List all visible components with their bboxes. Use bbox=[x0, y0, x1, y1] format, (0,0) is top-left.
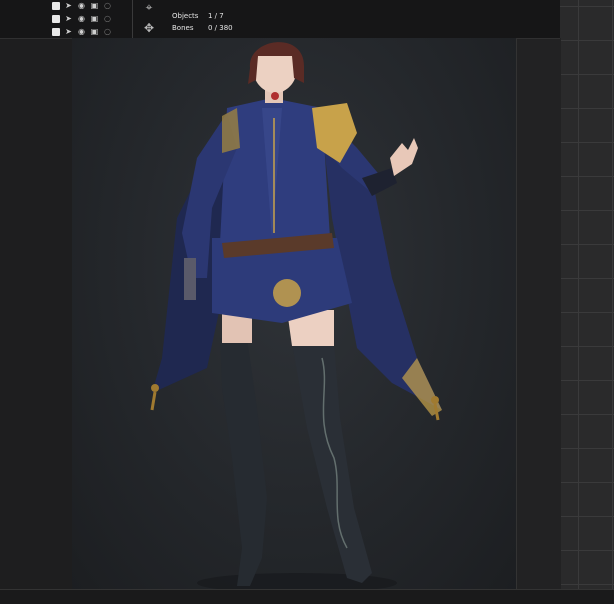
layer-row[interactable]: ➤ ◉ ▣ ○ bbox=[52, 0, 132, 12]
eye-icon[interactable]: ◉ bbox=[77, 28, 86, 36]
left-panel bbox=[0, 38, 72, 603]
bottom-bar bbox=[0, 589, 614, 604]
move-icon[interactable]: ✥ bbox=[142, 21, 156, 35]
right-panel bbox=[516, 38, 561, 596]
toolbar-divider bbox=[132, 0, 133, 38]
gold-ornament bbox=[273, 279, 301, 307]
eye-icon[interactable]: ◉ bbox=[77, 2, 86, 10]
scene-stats: Objects 1 / 7 Bones 0 / 380 bbox=[172, 10, 233, 34]
checkbox-icon[interactable] bbox=[52, 2, 60, 10]
hand-right bbox=[390, 138, 418, 176]
tassel bbox=[150, 391, 157, 411]
camera-icon[interactable]: ▣ bbox=[90, 2, 99, 10]
neck-jewel bbox=[271, 92, 279, 100]
shoulder-armor-left bbox=[222, 108, 240, 153]
lock-icon[interactable]: ○ bbox=[103, 28, 112, 36]
eye-icon[interactable]: ◉ bbox=[77, 15, 86, 23]
3d-viewport[interactable] bbox=[72, 38, 516, 596]
lock-icon[interactable]: ○ bbox=[103, 2, 112, 10]
layer-row[interactable]: ➤ ◉ ▣ ○ bbox=[52, 26, 132, 38]
layer-list: ➤ ◉ ▣ ○ ➤ ◉ ▣ ○ ➤ ◉ ▣ ○ bbox=[52, 0, 132, 38]
top-toolbar: ➤ ◉ ▣ ○ ➤ ◉ ▣ ○ ➤ ◉ ▣ ○ ⌖ ✥ Objects 1 / … bbox=[0, 0, 560, 39]
checkbox-icon[interactable] bbox=[52, 15, 60, 23]
tassel bbox=[151, 384, 159, 392]
rotate-icon[interactable]: ⌖ bbox=[142, 0, 156, 14]
cursor-icon[interactable]: ➤ bbox=[64, 15, 73, 23]
bones-value: 0 / 380 bbox=[208, 24, 233, 32]
cursor-icon[interactable]: ➤ bbox=[64, 2, 73, 10]
book bbox=[184, 258, 196, 300]
boot-right bbox=[292, 343, 372, 583]
bones-label: Bones bbox=[172, 24, 194, 32]
layer-row[interactable]: ➤ ◉ ▣ ○ bbox=[52, 13, 132, 25]
checkbox-icon[interactable] bbox=[52, 28, 60, 36]
camera-icon[interactable]: ▣ bbox=[90, 28, 99, 36]
cursor-icon[interactable]: ➤ bbox=[64, 28, 73, 36]
boot-left bbox=[220, 338, 267, 586]
objects-value: 1 / 7 bbox=[208, 12, 224, 20]
camera-icon[interactable]: ▣ bbox=[90, 15, 99, 23]
tassel bbox=[431, 396, 439, 404]
lock-icon[interactable]: ○ bbox=[103, 15, 112, 23]
objects-label: Objects bbox=[172, 12, 199, 20]
character-render bbox=[150, 42, 442, 593]
